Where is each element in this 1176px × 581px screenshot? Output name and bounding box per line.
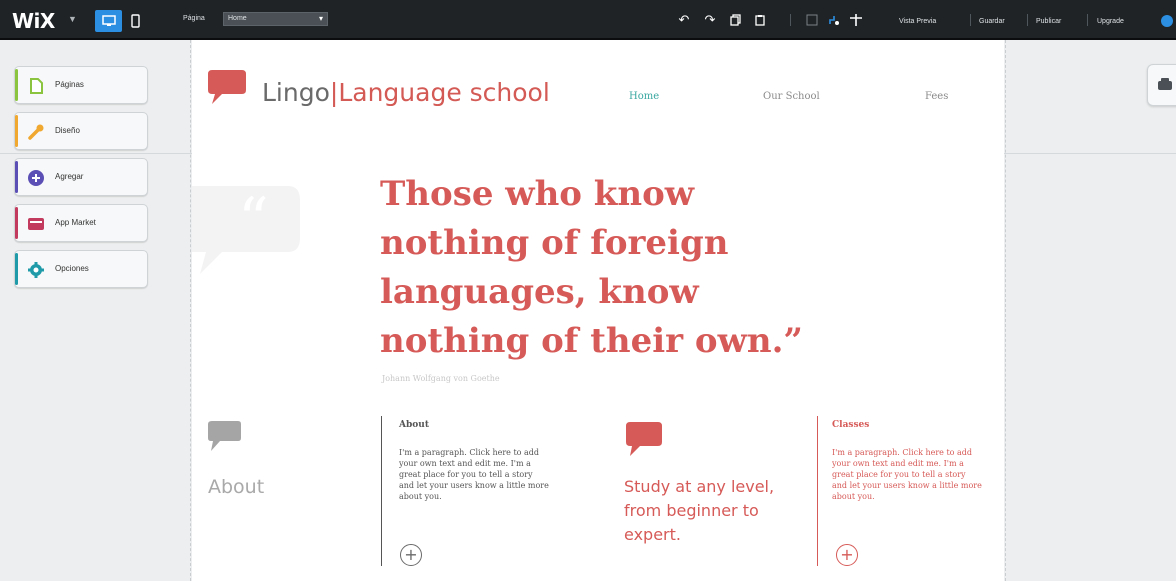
- sidebar-item-label: Agregar: [55, 172, 84, 181]
- item-color-bar: [15, 253, 18, 285]
- column-divider: [817, 416, 818, 566]
- item-color-bar: [15, 69, 18, 101]
- sidebar-item-label: Opciones: [55, 264, 89, 273]
- mobile-icon: [130, 14, 140, 28]
- about-column-title: About: [399, 420, 429, 430]
- pages-dropdown-value: Home: [228, 15, 247, 22]
- brand-subtitle: Language school: [338, 78, 550, 107]
- study-bubble-icon: [624, 420, 664, 463]
- rulers-icon[interactable]: [848, 12, 864, 28]
- site-header[interactable]: Lingo|Language school Home Our School Fe…: [192, 40, 1004, 152]
- toolbar-divider: [970, 14, 971, 26]
- right-panel-tab[interactable]: [1147, 64, 1176, 106]
- item-color-bar: [15, 207, 18, 239]
- sidebar-item-add[interactable]: Agregar: [14, 158, 148, 196]
- help-icon[interactable]: [1161, 15, 1173, 27]
- sidebar-item-label: Diseño: [55, 126, 80, 135]
- sidebar-item-label: Páginas: [55, 80, 84, 89]
- preview-button[interactable]: Vista Previa: [899, 18, 936, 25]
- sidebar-item-app-market[interactable]: App Market: [14, 204, 148, 242]
- brush-icon: [27, 123, 45, 141]
- toolbar-divider: [1027, 14, 1028, 26]
- item-color-bar: [15, 161, 18, 193]
- publish-button[interactable]: Publicar: [1036, 18, 1061, 25]
- desktop-icon: [101, 15, 116, 26]
- desktop-view-button[interactable]: [95, 10, 122, 32]
- speech-bubble-logo-icon: [206, 66, 248, 111]
- snap-icon[interactable]: [826, 12, 842, 28]
- site-canvas[interactable]: Lingo|Language school Home Our School Fe…: [192, 40, 1004, 581]
- pages-label: Página: [183, 15, 205, 22]
- editor-topbar: WiX ▼ Página Home ▾ ↶ ↷ Vista Previa Gua…: [0, 0, 1176, 40]
- save-button[interactable]: Guardar: [979, 18, 1005, 25]
- classes-more-plus-icon[interactable]: +: [836, 544, 858, 566]
- toolbar-divider: [1087, 14, 1088, 26]
- copy-icon[interactable]: [728, 12, 744, 28]
- about-title: About: [208, 476, 265, 498]
- page-icon: [27, 77, 45, 95]
- chevron-down-icon: ▾: [318, 14, 323, 23]
- nav-our-school[interactable]: Our School: [763, 91, 820, 102]
- sidebar-item-options[interactable]: Opciones: [14, 250, 148, 288]
- classes-column-text: I'm a paragraph. Click here to add your …: [832, 448, 982, 501]
- column-divider: [381, 416, 382, 566]
- about-more-plus-icon[interactable]: +: [400, 544, 422, 566]
- about-bubble-icon: [206, 418, 242, 459]
- quote-mark-icon: “: [192, 178, 302, 276]
- study-levels-text: Study at any level, from beginner to exp…: [624, 477, 775, 544]
- grid-icon[interactable]: [804, 12, 820, 28]
- plus-circle-icon: [27, 169, 45, 187]
- toolbar-divider: [790, 14, 791, 26]
- classes-column-title: Classes: [832, 420, 870, 430]
- paste-icon[interactable]: [752, 12, 768, 28]
- nav-fees[interactable]: Fees: [925, 91, 948, 102]
- sidebar-item-label: App Market: [55, 218, 96, 227]
- site-brand: Lingo|Language school: [262, 78, 550, 107]
- components-icon: [1158, 78, 1172, 90]
- sidebar-item-design[interactable]: Diseño: [14, 112, 148, 150]
- wix-logo[interactable]: WiX: [12, 9, 55, 33]
- gear-icon: [27, 261, 45, 279]
- nav-home[interactable]: Home: [629, 91, 659, 102]
- undo-icon[interactable]: ↶: [676, 12, 692, 28]
- brand-name: Lingo: [262, 78, 330, 107]
- quote-author: Johann Wolfgang von Goethe: [382, 374, 500, 383]
- mobile-view-button[interactable]: [128, 12, 142, 30]
- redo-icon[interactable]: ↷: [702, 12, 718, 28]
- svg-text:“: “: [238, 185, 269, 255]
- hero-quote: Those who know nothing of foreign langua…: [380, 174, 803, 361]
- app-market-icon: [27, 215, 45, 233]
- left-page-guide: [190, 40, 191, 581]
- about-column-text: I'm a paragraph. Click here to add your …: [399, 448, 549, 501]
- upgrade-button[interactable]: Upgrade: [1097, 18, 1124, 25]
- wix-menu-caret-icon[interactable]: ▼: [68, 14, 77, 24]
- sidebar-item-pages[interactable]: Páginas: [14, 66, 148, 104]
- right-page-guide: [1005, 40, 1006, 581]
- pages-dropdown[interactable]: Home ▾: [223, 12, 328, 26]
- item-color-bar: [15, 115, 18, 147]
